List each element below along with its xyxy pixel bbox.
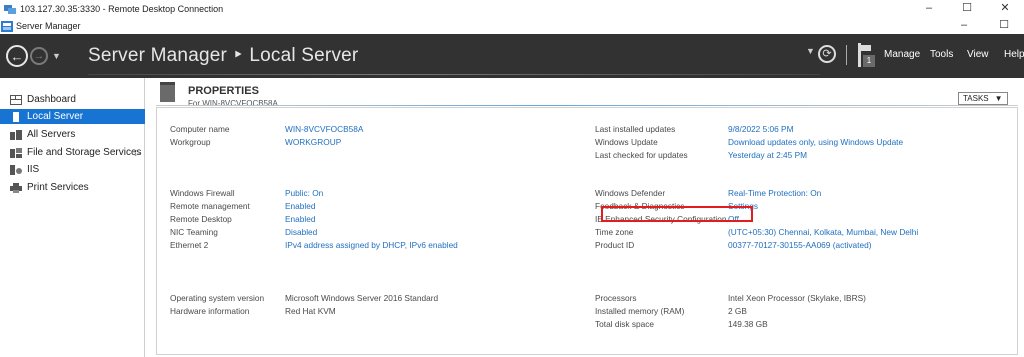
rdc-maximize-button[interactable]: ☐	[948, 0, 986, 18]
property-value-link[interactable]: 00377-70127-30155-AA069 (activated)	[728, 240, 871, 250]
property-value-link[interactable]: WIN-8VCVFOCB58A	[285, 124, 363, 134]
property-label: Last installed updates	[595, 124, 676, 134]
property-label: Remote management	[170, 201, 250, 211]
property-value-link[interactable]: Enabled	[285, 214, 315, 224]
property-label: Computer name	[170, 124, 230, 134]
header-divider	[156, 105, 1018, 106]
sidebar: Dashboard Local Server All Servers File …	[0, 78, 145, 357]
property-label: Installed memory (RAM)	[595, 306, 685, 316]
property-label: NIC Teaming	[170, 227, 218, 237]
forward-button[interactable]: →	[30, 47, 48, 65]
property-value: 2 GB	[728, 306, 747, 316]
breadcrumb-dropdown-icon[interactable]: ▼	[806, 46, 815, 56]
property-label: Product ID	[595, 240, 635, 250]
iis-icon	[10, 164, 22, 175]
breadcrumb-underline	[88, 74, 820, 75]
refresh-icon[interactable]: ⟳	[818, 45, 836, 63]
sidebar-item-label: Local Server	[27, 111, 84, 122]
rdc-titlebar: 103.127.30.35:3330 - Remote Desktop Conn…	[0, 0, 1024, 18]
servers-icon	[10, 129, 22, 140]
properties-panel: Computer name WIN-8VCVFOCB58A Workgroup …	[156, 107, 1018, 355]
property-value-link[interactable]: Download updates only, using Windows Upd…	[728, 137, 903, 147]
property-label: Total disk space	[595, 319, 655, 329]
storage-icon	[10, 147, 22, 158]
menu-tools[interactable]: Tools	[930, 49, 953, 60]
tasks-label: TASKS	[963, 94, 989, 103]
property-value-link[interactable]: Public: On	[285, 188, 323, 198]
property-value-link[interactable]: Yesterday at 2:45 PM	[728, 150, 807, 160]
property-label: Time zone	[595, 227, 634, 237]
property-value-link[interactable]: Enabled	[285, 201, 315, 211]
property-value-link[interactable]: Disabled	[285, 227, 317, 237]
property-label: Windows Update	[595, 137, 658, 147]
sidebar-item-dashboard[interactable]: Dashboard	[0, 92, 145, 107]
property-label: Windows Defender	[595, 188, 666, 198]
notifications-flag-icon[interactable]: 1	[858, 43, 876, 67]
chevron-down-icon: ▼	[994, 94, 1003, 103]
property-label: Ethernet 2	[170, 240, 209, 250]
sidebar-item-all-servers[interactable]: All Servers	[0, 127, 145, 142]
sidebar-item-label: File and Storage Services	[27, 147, 142, 158]
server-manager-icon	[1, 20, 13, 32]
property-value-link[interactable]: IPv4 address assigned by DHCP, IPv6 enab…	[285, 240, 458, 250]
server-icon	[13, 111, 19, 122]
rdc-minimize-button[interactable]: –	[910, 0, 948, 18]
property-label: Remote Desktop	[170, 214, 232, 224]
rdc-title: 103.127.30.35:3330 - Remote Desktop Conn…	[20, 4, 224, 14]
back-button[interactable]: ←	[6, 45, 28, 67]
remote-desktop-icon	[4, 4, 16, 14]
menu-manage[interactable]: Manage	[884, 49, 920, 60]
menu-help[interactable]: Help	[1004, 49, 1024, 60]
property-value: Microsoft Windows Server 2016 Standard	[285, 293, 439, 303]
sidebar-item-local-server[interactable]: Local Server	[0, 109, 145, 124]
properties-icon	[160, 82, 175, 102]
sm-maximize-button[interactable]: ☐	[984, 18, 1024, 34]
menu-view[interactable]: View	[967, 49, 989, 60]
separator	[846, 45, 847, 65]
sidebar-item-label: All Servers	[27, 129, 76, 140]
property-label: Last checked for updates	[595, 150, 688, 160]
sidebar-item-label: IIS	[27, 164, 40, 175]
property-label: Processors	[595, 293, 637, 303]
server-manager-title: Server Manager	[16, 21, 81, 31]
sm-minimize-button[interactable]: –	[944, 18, 984, 34]
header-bar: ← → ▼ Server Manager ‣ Local Server ▼ ⟳ …	[0, 34, 1024, 78]
property-label: Hardware information	[170, 306, 250, 316]
expand-chevron-icon[interactable]: ▷	[135, 148, 141, 157]
history-dropdown-icon[interactable]: ▼	[52, 51, 61, 61]
main-panel: PROPERTIES For WIN-8VCVFOCB58A TASKS ▼ C…	[146, 78, 1024, 357]
sidebar-item-label: Print Services	[27, 182, 89, 193]
dashboard-icon	[10, 94, 22, 105]
property-value: Red Hat KVM	[285, 306, 336, 316]
tasks-dropdown[interactable]: TASKS ▼	[958, 92, 1008, 105]
sidebar-item-print-services[interactable]: Print Services	[0, 180, 145, 195]
breadcrumb: Server Manager ‣ Local Server	[88, 45, 359, 66]
ie-esc-highlight-box	[601, 206, 753, 222]
property-value-link[interactable]: Real-Time Protection: On	[728, 188, 821, 198]
property-value: Intel Xeon Processor (Skylake, IBRS)	[728, 293, 866, 303]
property-label: Operating system version	[170, 293, 265, 303]
property-value-link[interactable]: 9/8/2022 5:06 PM	[728, 124, 794, 134]
properties-title: PROPERTIES	[188, 85, 259, 97]
property-label: Windows Firewall	[170, 188, 235, 198]
notification-count: 1	[863, 55, 875, 67]
printer-icon	[10, 182, 22, 193]
property-value-link[interactable]: (UTC+05:30) Chennai, Kolkata, Mumbai, Ne…	[728, 227, 918, 237]
property-label: Workgroup	[170, 137, 211, 147]
sidebar-item-file-storage[interactable]: File and Storage Services ▷	[0, 145, 145, 160]
property-value: 149.38 GB	[728, 319, 768, 329]
sidebar-item-label: Dashboard	[27, 94, 76, 105]
property-value-link[interactable]: WORKGROUP	[285, 137, 341, 147]
rdc-close-button[interactable]: ✕	[986, 0, 1024, 18]
sidebar-item-iis[interactable]: IIS	[0, 162, 145, 177]
server-manager-titlebar: Server Manager	[0, 18, 1024, 34]
